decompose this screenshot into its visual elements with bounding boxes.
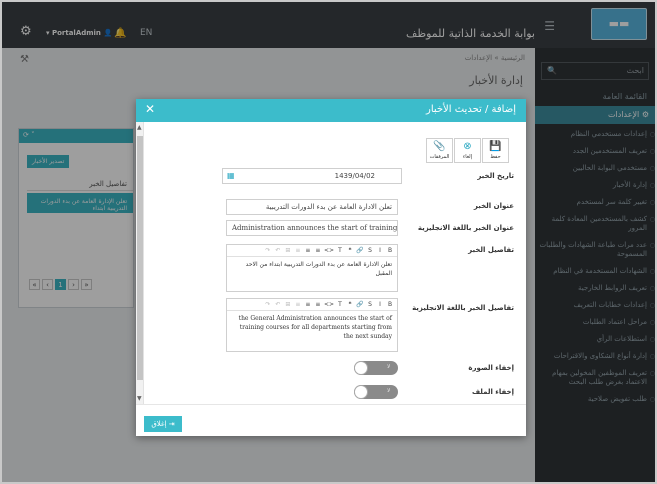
- strike-button[interactable]: S: [366, 301, 374, 308]
- save-label: حفظ: [490, 154, 501, 160]
- news-modal: إضافة / تحديث الأخبار ✕ 💾 حفظ ⊗ إلغاء 📎 …: [136, 99, 526, 436]
- toggle-state: لا: [387, 388, 390, 394]
- save-icon: 💾: [489, 141, 502, 152]
- hide-file-toggle[interactable]: لا: [354, 385, 398, 399]
- details-editor[interactable]: B I S 🔗 ❝ T <> ≡ ≡ ≡ ⊞ ↶ ↷ تعلن الادارة …: [226, 244, 398, 292]
- cancel-label: إلغاء: [462, 154, 473, 160]
- italic-button[interactable]: I: [376, 301, 384, 308]
- paperclip-icon: 📎: [433, 141, 446, 152]
- attach-button[interactable]: ⊞: [284, 247, 292, 254]
- date-input[interactable]: ▦ 1439/04/02: [222, 168, 402, 184]
- indent-button[interactable]: ≡: [294, 301, 302, 308]
- bullet-list-button[interactable]: ≡: [314, 301, 322, 308]
- link-button[interactable]: 🔗: [356, 301, 364, 308]
- scroll-thumb[interactable]: [137, 136, 143, 380]
- hide-image-toggle[interactable]: لا: [354, 361, 398, 375]
- link-button[interactable]: 🔗: [356, 247, 364, 254]
- bold-button[interactable]: B: [386, 247, 394, 254]
- calendar-icon[interactable]: ▦: [227, 171, 235, 180]
- modal-footer: إغلاق ⇥: [136, 404, 526, 436]
- close-icon[interactable]: ✕: [145, 102, 155, 116]
- number-list-button[interactable]: ≡: [304, 247, 312, 254]
- bullet-list-button[interactable]: ≡: [314, 247, 322, 254]
- heading-button[interactable]: T: [336, 247, 344, 254]
- indent-button[interactable]: ≡: [294, 247, 302, 254]
- modal-body: 💾 حفظ ⊗ إلغاء 📎 المرفقات تاريخ الخبر ▦ 1…: [136, 122, 526, 404]
- attachments-button[interactable]: 📎 المرفقات: [426, 138, 453, 163]
- hide-image-label: إخفاء الصورة: [468, 364, 514, 372]
- modal-title: إضافة / تحديث الأخبار: [425, 104, 516, 115]
- number-list-button[interactable]: ≡: [304, 301, 312, 308]
- close-button[interactable]: إغلاق ⇥: [144, 416, 182, 432]
- attach-button[interactable]: ⊞: [284, 301, 292, 308]
- title-en-input[interactable]: Administration announces the start of tr…: [226, 220, 398, 236]
- hide-file-label: إخفاء الملف: [471, 388, 514, 396]
- details-en-label: تفاصيل الخبر باللغة الانجليزية: [412, 304, 514, 312]
- toggle-knob: [354, 361, 368, 375]
- app-window: ▬▬ ☰ بوابة الخدمة الذاتية للموظف EN 🔔 ▾ …: [0, 0, 657, 484]
- quote-button[interactable]: ❝: [346, 301, 354, 308]
- cancel-button[interactable]: ⊗ إلغاء: [454, 138, 481, 163]
- code-button[interactable]: <>: [324, 247, 334, 254]
- toggle-state: لا: [387, 364, 390, 370]
- redo-button[interactable]: ↷: [264, 247, 272, 254]
- code-button[interactable]: <>: [324, 301, 334, 308]
- title-input[interactable]: تعلن الادارة العامة عن بدء الدورات التدر…: [226, 199, 398, 215]
- quote-button[interactable]: ❝: [346, 247, 354, 254]
- editor-toolbar: B I S 🔗 ❝ T <> ≡ ≡ ≡ ⊞ ↶ ↷: [227, 299, 397, 311]
- undo-button[interactable]: ↶: [274, 247, 282, 254]
- cancel-icon: ⊗: [463, 141, 472, 152]
- details-en-text[interactable]: the General Administration announces the…: [227, 311, 397, 344]
- attachments-label: المرفقات: [429, 154, 450, 160]
- scroll-down-icon[interactable]: ▼: [137, 395, 142, 402]
- scroll-up-icon[interactable]: ▲: [137, 124, 142, 131]
- modal-header: إضافة / تحديث الأخبار ✕: [136, 99, 526, 122]
- title-en-label: عنوان الخبر باللغة الانجليزية: [417, 224, 514, 232]
- details-label: تفاصيل الخبر: [468, 246, 514, 254]
- close-button-label: إغلاق: [151, 420, 167, 428]
- details-text[interactable]: تعلن الادارة العامة عن بدء الدورات التدر…: [227, 257, 397, 281]
- exit-icon: ⇥: [168, 420, 175, 428]
- strike-button[interactable]: S: [366, 247, 374, 254]
- title-label: عنوان الخبر: [473, 202, 514, 210]
- undo-button[interactable]: ↶: [274, 301, 282, 308]
- heading-button[interactable]: T: [336, 301, 344, 308]
- toggle-knob: [354, 385, 368, 399]
- italic-button[interactable]: I: [376, 247, 384, 254]
- date-value: 1439/04/02: [334, 172, 375, 180]
- bold-button[interactable]: B: [386, 301, 394, 308]
- save-button[interactable]: 💾 حفظ: [482, 138, 509, 163]
- editor-toolbar: B I S 🔗 ❝ T <> ≡ ≡ ≡ ⊞ ↶ ↷: [227, 245, 397, 257]
- modal-scrollbar[interactable]: ▲ ▼: [136, 122, 144, 404]
- details-en-editor[interactable]: B I S 🔗 ❝ T <> ≡ ≡ ≡ ⊞ ↶ ↷ the General A…: [226, 298, 398, 352]
- redo-button[interactable]: ↷: [264, 301, 272, 308]
- date-label: تاريخ الخبر: [477, 172, 514, 180]
